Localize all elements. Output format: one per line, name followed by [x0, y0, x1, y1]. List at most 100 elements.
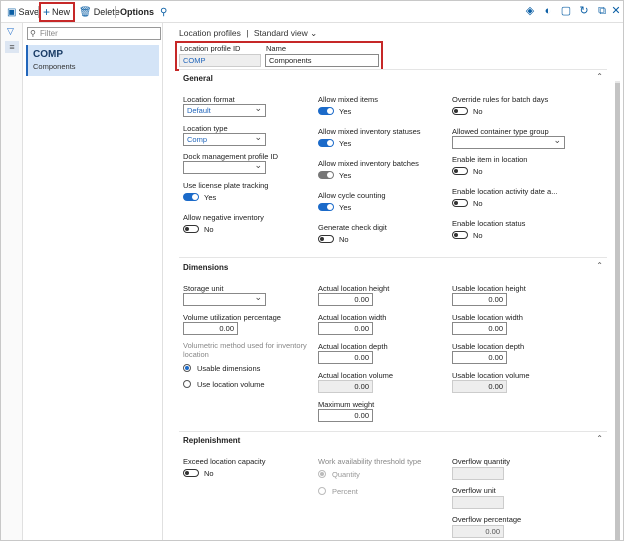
delete-button[interactable]: 🗑 Delete	[79, 6, 120, 18]
location-type-select[interactable]: Comp	[183, 132, 266, 146]
cycle-counting-label: Allow cycle counting	[318, 191, 386, 200]
storage-unit-select[interactable]	[183, 292, 266, 306]
chevron-down-icon[interactable]: ⌄	[310, 28, 317, 38]
overflow-unit-label: Overflow unit	[452, 486, 496, 495]
actual-depth-field[interactable]: 0.00	[318, 351, 373, 364]
enable-item-toggle[interactable]	[452, 167, 468, 175]
close-icon[interactable]: ✕	[610, 5, 622, 17]
usable-volume-label: Usable location volume	[452, 371, 530, 380]
location-status-label: Enable location status	[452, 219, 526, 228]
enable-item-label: Enable item in location	[452, 155, 528, 164]
exceed-capacity-value: No	[204, 469, 214, 478]
general-section-title[interactable]: General	[183, 74, 213, 83]
list-icon[interactable]: ≡	[5, 41, 19, 53]
record-list-pane: ⚲ Filter COMP Components	[23, 23, 163, 540]
mixed-status-value: Yes	[339, 139, 352, 148]
popout-icon[interactable]: ⧉	[596, 5, 608, 17]
usable-width-field[interactable]: 0.00	[452, 322, 507, 335]
activity-date-value: No	[473, 199, 483, 208]
toolbar-divider	[115, 6, 116, 18]
overflow-quantity-field	[452, 467, 504, 480]
percent-radio[interactable]	[318, 487, 326, 495]
overflow-quantity-label: Overflow quantity	[452, 457, 510, 466]
cycle-counting-toggle[interactable]	[318, 203, 334, 211]
chevron-up-icon[interactable]: ⌃	[596, 72, 603, 81]
refresh-icon[interactable]: ↻	[578, 5, 590, 17]
search-icon: ⚲	[160, 6, 168, 18]
max-weight-label: Maximum weight	[318, 400, 375, 409]
dimensions-section-title[interactable]: Dimensions	[183, 263, 228, 272]
action-toolbar: ▣ Save + New 🗑 Delete Options ⚲ ◈ ◐ ▢ ↻ …	[1, 1, 623, 23]
usable-height-label: Usable location height	[452, 284, 526, 293]
activity-date-label: Enable location activity date a...	[452, 187, 558, 196]
location-format-label: Location format	[183, 95, 235, 104]
list-item-selected[interactable]: COMP Components	[26, 45, 159, 76]
mixed-batches-value: Yes	[339, 171, 352, 180]
options-button[interactable]: Options	[120, 6, 154, 18]
name-label: Name	[266, 44, 287, 53]
overflow-unit-field	[452, 496, 504, 509]
negative-inventory-toggle[interactable]	[183, 225, 199, 233]
mixed-items-label: Allow mixed items	[318, 95, 379, 104]
office-icon[interactable]: ◐	[542, 5, 554, 17]
usable-dimensions-label: Usable dimensions	[197, 364, 261, 373]
check-digit-toggle[interactable]	[318, 235, 334, 243]
replenishment-section-title[interactable]: Replenishment	[183, 436, 240, 445]
container-group-select[interactable]	[452, 135, 565, 149]
mixed-batches-toggle[interactable]	[318, 171, 334, 179]
actual-height-label: Actual location height	[318, 284, 390, 293]
volumetric-method-label-2: location	[183, 350, 209, 359]
dock-profile-label: Dock management profile ID	[183, 152, 279, 161]
usable-depth-field[interactable]: 0.00	[452, 351, 507, 364]
chevron-up-icon[interactable]: ⌃	[596, 434, 603, 443]
location-volume-radio[interactable]	[183, 380, 191, 388]
override-rules-label: Override rules for batch days	[452, 95, 549, 104]
threshold-type-label: Work availability threshold type	[318, 457, 422, 466]
volume-utilization-field[interactable]: 0.00	[183, 322, 238, 335]
actual-height-field[interactable]: 0.00	[318, 293, 373, 306]
license-plate-toggle[interactable]	[183, 193, 199, 201]
filter-icon[interactable]: ▽	[7, 26, 14, 37]
location-status-value: No	[473, 231, 483, 240]
scrollbar-thumb[interactable]	[615, 83, 620, 540]
override-rules-toggle[interactable]	[452, 107, 468, 115]
location-status-toggle[interactable]	[452, 231, 468, 239]
app-window: ▣ Save + New 🗑 Delete Options ⚲ ◈ ◐ ▢ ↻ …	[0, 0, 624, 541]
location-format-select[interactable]: Default	[183, 103, 266, 117]
details-pane: Location profiles | Standard view ⌄ Loca…	[169, 23, 621, 540]
max-weight-field[interactable]: 0.00	[318, 409, 373, 422]
profile-id-field[interactable]: COMP	[179, 54, 261, 67]
vertical-scrollbar[interactable]	[615, 81, 620, 540]
search-button[interactable]: ⚲	[160, 6, 167, 18]
filter-input[interactable]: ⚲ Filter	[27, 27, 161, 40]
left-rail: ▽ ≡	[1, 23, 23, 540]
mixed-items-toggle[interactable]	[318, 107, 334, 115]
exceed-capacity-toggle[interactable]	[183, 469, 199, 477]
chevron-up-icon[interactable]: ⌃	[596, 261, 603, 270]
actual-width-field[interactable]: 0.00	[318, 322, 373, 335]
activity-date-toggle[interactable]	[452, 199, 468, 207]
mixed-status-toggle[interactable]	[318, 139, 334, 147]
negative-inventory-label: Allow negative inventory	[183, 213, 264, 222]
container-group-label: Allowed container type group	[452, 127, 549, 136]
location-type-label: Location type	[183, 124, 228, 133]
actual-width-label: Actual location width	[318, 313, 387, 322]
overflow-percentage-label: Overflow percentage	[452, 515, 522, 524]
exceed-capacity-label: Exceed location capacity	[183, 457, 266, 466]
trash-icon: 🗑	[79, 6, 92, 18]
quantity-radio[interactable]	[318, 470, 326, 478]
name-field[interactable]: Components	[265, 54, 379, 67]
usable-dimensions-radio[interactable]	[183, 364, 191, 372]
profile-id-label: Location profile ID	[180, 44, 241, 53]
volumetric-method-label: Volumetric method used for inventory	[183, 341, 307, 350]
notification-icon[interactable]: ▢	[560, 5, 572, 17]
actual-volume-label: Actual location volume	[318, 371, 394, 380]
view-selector[interactable]: Standard view	[254, 28, 308, 38]
diamond-icon[interactable]: ◈	[524, 5, 536, 17]
enable-item-value: No	[473, 167, 483, 176]
usable-height-field[interactable]: 0.00	[452, 293, 507, 306]
save-icon: ▣	[7, 6, 17, 18]
save-button[interactable]: ▣ Save	[7, 6, 39, 18]
dock-profile-select[interactable]	[183, 160, 266, 174]
usable-depth-label: Usable location depth	[452, 342, 525, 351]
